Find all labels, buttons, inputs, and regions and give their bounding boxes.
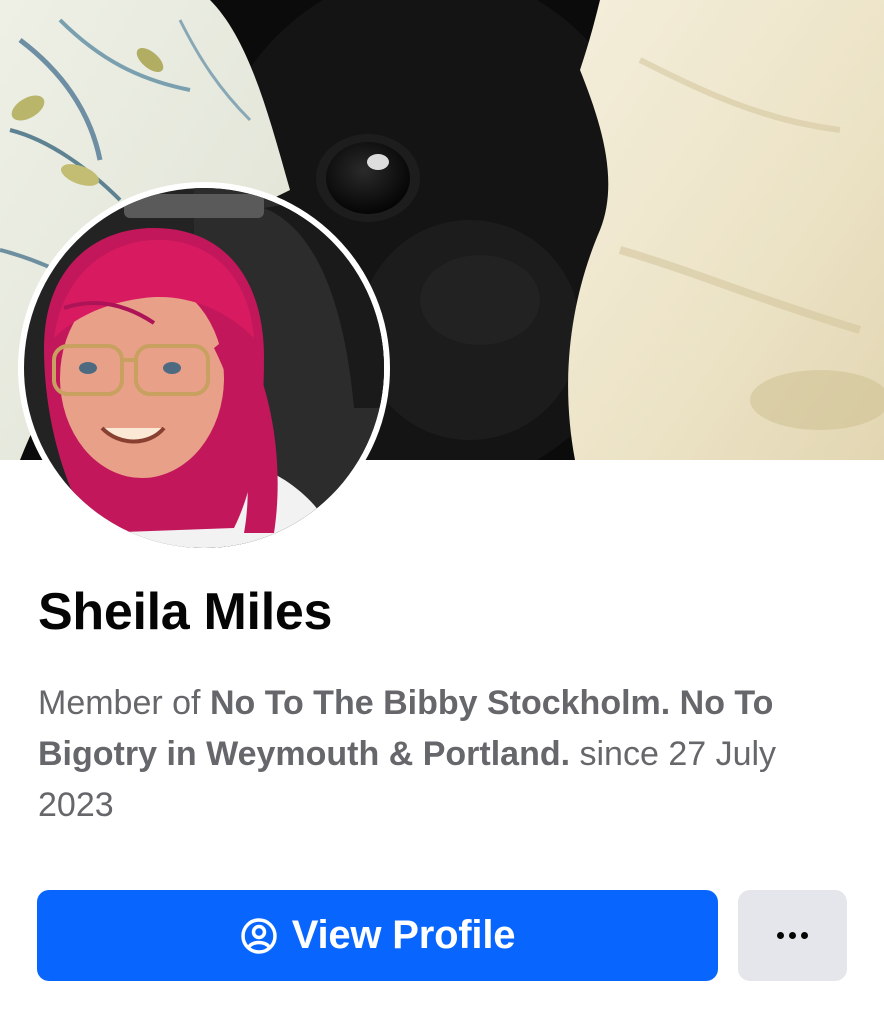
more-dots-icon bbox=[777, 932, 808, 939]
avatar-frame bbox=[18, 182, 390, 554]
view-profile-label: View Profile bbox=[291, 913, 516, 957]
profile-name[interactable]: Sheila Miles bbox=[38, 582, 332, 642]
user-circle-icon bbox=[240, 917, 278, 955]
membership-prefix: Member of bbox=[38, 684, 201, 722]
avatar[interactable] bbox=[24, 188, 384, 548]
dot bbox=[801, 932, 808, 939]
dot bbox=[789, 932, 796, 939]
dot bbox=[777, 932, 784, 939]
membership-info: Member of No To The Bibby Stockholm. No … bbox=[38, 678, 838, 831]
more-options-button[interactable] bbox=[738, 890, 847, 981]
view-profile-button[interactable]: View Profile bbox=[37, 890, 718, 981]
